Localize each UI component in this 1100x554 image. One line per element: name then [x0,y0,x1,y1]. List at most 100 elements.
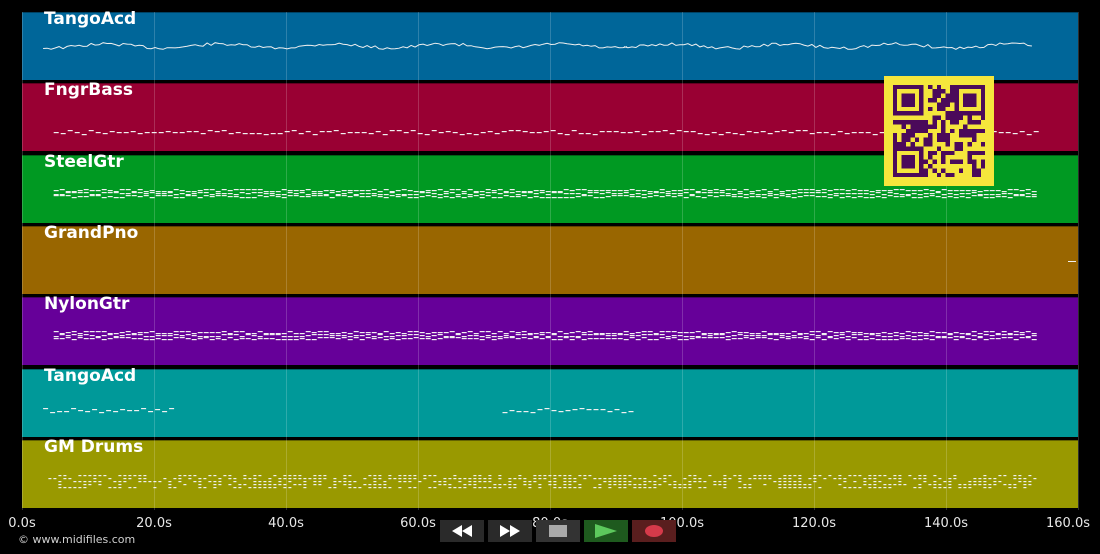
note [263,486,267,489]
record-button[interactable] [632,520,676,542]
note [933,480,937,483]
note [438,480,442,483]
note [821,334,827,336]
note [467,338,473,340]
note [263,192,269,194]
note [617,189,623,191]
note [677,192,683,194]
note [815,335,821,337]
note [973,480,977,483]
note [155,194,161,196]
note [605,191,611,193]
stop-button[interactable] [536,520,580,542]
note [568,480,572,483]
note [63,486,67,489]
note [341,337,347,339]
note [689,194,695,196]
note [971,189,977,191]
note [448,486,452,489]
note [581,339,587,341]
note [553,480,557,483]
note [965,334,971,336]
note [563,188,569,190]
note [1013,194,1019,196]
note [143,192,149,194]
note [487,131,493,133]
time-tick-label: 60.0s [400,516,436,531]
note [843,480,847,483]
note [178,480,182,483]
note [599,192,605,194]
note [947,334,953,336]
note [1003,483,1007,486]
note [65,191,71,193]
note [278,480,282,483]
note [277,133,283,135]
note [149,189,155,191]
note [905,194,911,196]
note [378,483,382,486]
note [138,474,142,477]
note [459,134,465,136]
note [128,477,132,480]
note [155,335,161,337]
note [557,339,563,341]
note [208,474,212,477]
note [389,130,395,132]
note [611,335,617,337]
note [83,195,89,197]
note [749,190,755,192]
note [813,477,817,480]
note [167,335,173,337]
note [268,486,272,489]
note [353,194,359,196]
note [905,331,911,333]
note [329,333,335,335]
note [303,486,307,489]
note [378,477,382,480]
note [453,477,457,480]
note [663,480,667,483]
note [83,486,87,489]
note [743,196,749,198]
note [287,331,293,333]
note [731,335,737,337]
rewind-button[interactable] [440,520,484,542]
note [209,332,215,334]
note [483,486,487,489]
note [353,189,359,191]
note [773,188,779,190]
note [778,486,782,489]
note [678,486,682,489]
note [593,408,599,410]
note [803,191,809,193]
note [251,333,257,335]
note [293,474,297,477]
note [428,474,432,477]
note [783,477,787,480]
note [203,188,209,190]
note [347,336,353,338]
note [509,331,515,333]
note [448,477,452,480]
note [738,486,742,489]
note [683,336,689,338]
note [137,338,143,340]
note [287,191,293,193]
note [553,477,557,480]
note [341,332,347,334]
fast-forward-button[interactable] [488,520,532,542]
note [788,132,794,134]
note [608,483,612,486]
note [641,189,647,191]
note [869,196,875,198]
note [58,483,62,486]
note [155,190,161,192]
note [179,192,185,194]
note [185,331,191,333]
note [558,410,564,412]
note [43,407,49,409]
note [659,331,665,333]
note [767,334,773,336]
play-button[interactable] [584,520,628,542]
